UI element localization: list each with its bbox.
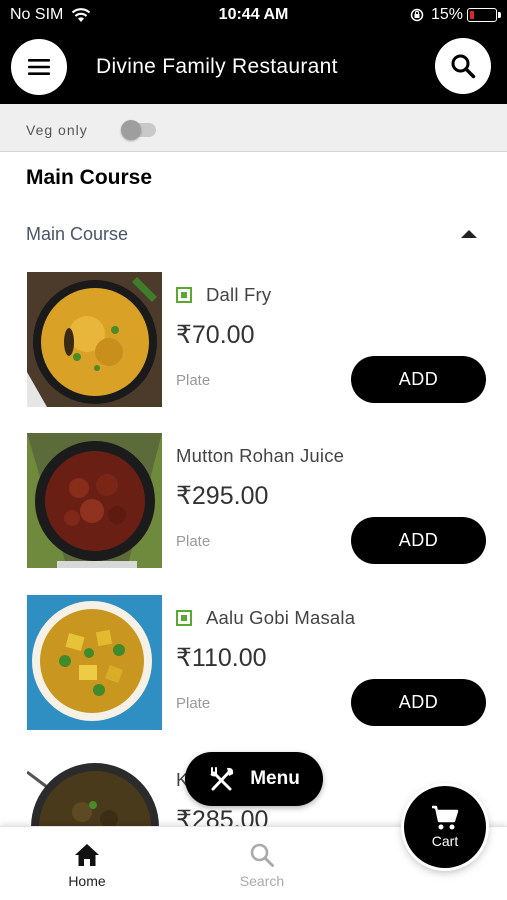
nav-home[interactable]: Home [47,841,127,889]
hamburger-icon [28,59,50,75]
dish-image [27,433,162,568]
item-name: Dall Fry [206,284,272,305]
rotation-lock-icon [410,8,424,22]
collapse-caret-icon[interactable] [461,230,477,238]
status-bar: No SIM 10:44 AM 15% [0,0,507,30]
category-label: Main Course [26,224,129,244]
add-button[interactable]: ADD [351,517,486,564]
app-header: Divine Family Restaurant [0,30,507,104]
menu-item: Dall Fry ₹70.00 Plate ADD [0,272,507,412]
item-unit: Plate [176,695,211,712]
floating-menu-label: Menu [250,768,300,789]
dish-image [27,595,162,730]
menu-item: Aalu Gobi Masala ₹110.00 Plate ADD [0,595,507,735]
battery-icon [467,8,501,22]
section-title: Main Course [26,166,153,189]
item-unit: Plate [176,372,211,389]
menu-button[interactable] [11,39,67,95]
item-name: Mutton Rohan Juice [176,445,345,466]
search-button[interactable] [435,38,491,94]
floating-menu-button[interactable]: Menu [185,752,323,806]
veg-only-toggle[interactable] [121,120,156,140]
menu-item: Mutton Rohan Juice ₹295.00 Plate ADD [0,433,507,573]
item-name: Aalu Gobi Masala [206,607,356,628]
battery-percent: 15% [431,6,464,23]
restaurant-title: Divine Family Restaurant [96,55,338,78]
home-icon [75,844,99,866]
veg-indicator-icon [176,610,192,626]
battery-fill [470,11,474,19]
nav-search-label: Search [239,873,285,889]
item-price: ₹110.00 [176,644,267,672]
item-price: ₹295.00 [176,482,269,510]
item-price: ₹70.00 [176,321,255,349]
fork-knife-icon [210,767,234,791]
item-unit: Plate [176,533,211,550]
add-button[interactable]: ADD [351,356,486,403]
dish-image [27,272,162,407]
cart-icon [432,805,459,830]
nav-home-label: Home [68,873,106,889]
add-button[interactable]: ADD [351,679,486,726]
cart-button[interactable]: Cart [404,786,486,868]
toggle-knob [121,120,141,140]
nav-search[interactable]: Search [222,841,302,889]
category-header[interactable]: Main Course [26,224,481,248]
cart-label: Cart [431,833,459,849]
veg-filter-bar: Veg only [0,104,507,152]
veg-only-label: Veg only [26,122,88,138]
search-icon [451,54,476,79]
search-icon [250,843,274,867]
veg-indicator-icon [176,287,192,303]
